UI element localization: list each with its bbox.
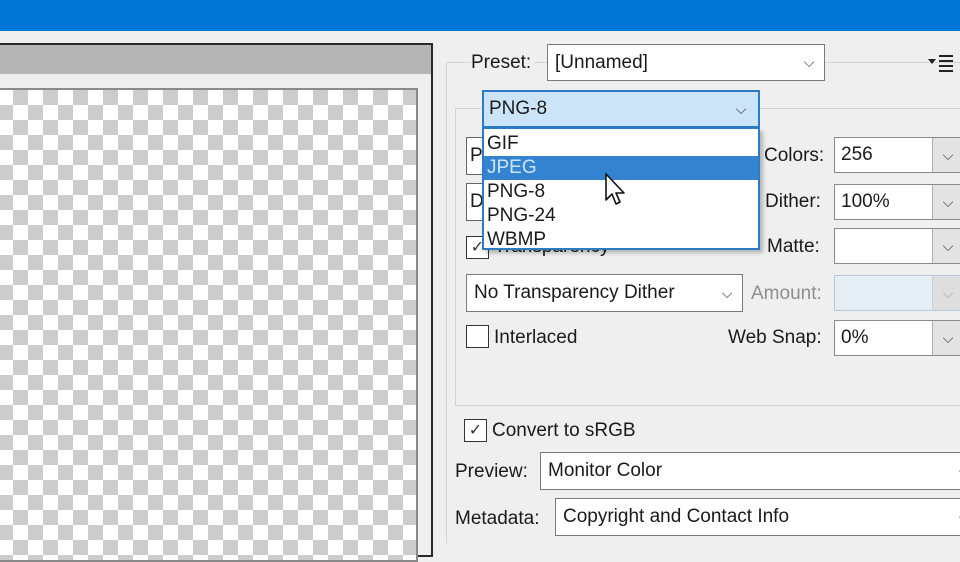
colors-value: 256 [841,144,873,165]
chevron-down-icon: ⌵ [721,284,733,301]
chevron-down-icon: ⌵ [949,509,960,526]
mouse-pointer-icon [605,173,625,205]
metadata-value: Copyright and Contact Info [563,506,790,527]
file-format-value: PNG-8 [489,98,548,119]
file-format-select[interactable]: PNG-8 ⌵ [482,90,760,128]
convert-srgb-label: Convert to sRGB [492,420,636,441]
amount-label: Amount: [751,283,822,304]
chevron-down-icon[interactable]: ⌵ [932,185,960,219]
format-option-gif[interactable]: GIF [484,132,758,156]
preset-value: [Unnamed] [555,51,648,73]
preview-panel [0,43,433,562]
chevron-down-icon[interactable]: ⌵ [932,138,960,172]
check-icon: ✓ [468,421,483,439]
window-title-bar [0,0,960,31]
colors-label: Colors: [764,145,825,166]
preview-value: Monitor Color [548,460,663,481]
chevron-down-icon[interactable]: ⌵ [932,321,960,355]
metadata-label: Metadata: [455,508,540,529]
preset-select[interactable]: [Unnamed] ⌵ [547,44,825,81]
dither-field[interactable]: 100% ⌵ [834,184,960,220]
preview-canvas-transparency[interactable] [0,88,418,562]
dither-value: 100% [841,191,890,212]
format-option-wbmp[interactable]: WBMP [484,228,758,252]
metadata-select[interactable]: Copyright and Contact Info ⌵ [555,498,960,536]
preview-label: Preview: [455,461,528,482]
panel-menu-icon[interactable] [928,53,954,73]
chevron-down-icon: ⌵ [932,276,960,310]
matte-field[interactable]: ⌵ [834,228,960,264]
web-snap-field[interactable]: 0% ⌵ [834,320,960,356]
chevron-down-icon: ⌵ [949,463,960,480]
chevron-down-icon[interactable]: ⌵ [932,229,960,263]
convert-srgb-checkbox[interactable]: ✓ [464,419,487,442]
interlaced-checkbox[interactable] [466,325,489,348]
chevron-down-icon: ⌵ [803,54,815,70]
interlaced-label: Interlaced [494,327,578,348]
matte-label: Matte: [767,236,820,257]
transparency-dither-value: No Transparency Dither [474,282,675,303]
transparency-dither-select[interactable]: No Transparency Dither ⌵ [466,274,743,312]
chevron-down-icon: ⌵ [735,100,747,117]
colors-field[interactable]: 256 ⌵ [834,137,960,173]
amount-field: ⌵ [834,275,960,311]
preview-tab-bar [0,45,431,74]
web-snap-label: Web Snap: [728,327,822,348]
dither-label: Dither: [765,191,821,212]
web-snap-value: 0% [841,327,869,348]
preset-label: Preset: [471,52,536,74]
color-reduction-value: P [470,145,483,166]
preset-divider [835,62,921,63]
preview-select[interactable]: Monitor Color ⌵ [540,452,960,490]
